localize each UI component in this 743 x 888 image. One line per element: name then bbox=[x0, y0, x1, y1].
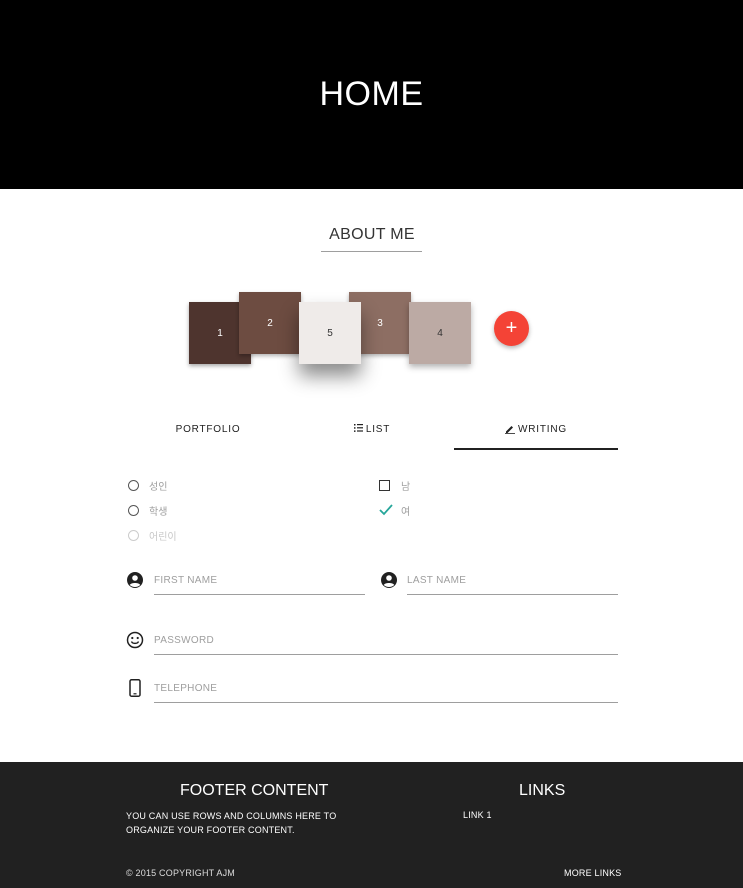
telephone-field[interactable] bbox=[154, 677, 618, 703]
account-circle-icon bbox=[126, 571, 144, 589]
radio-label: 성인 bbox=[149, 481, 168, 493]
card-label: 4 bbox=[437, 327, 443, 339]
tab-writing[interactable]: WRITING bbox=[454, 424, 618, 450]
page-header: HOME bbox=[0, 0, 743, 189]
first-name-input[interactable] bbox=[154, 569, 365, 586]
card-label: 1 bbox=[217, 327, 223, 339]
footer-link-1[interactable]: LINK 1 bbox=[463, 810, 492, 820]
checkbox-male[interactable]: 남 bbox=[379, 478, 411, 493]
last-name-input[interactable] bbox=[407, 569, 618, 586]
tab-label: WRITING bbox=[518, 424, 567, 435]
card-label: 5 bbox=[327, 327, 333, 339]
smiley-icon bbox=[126, 631, 144, 649]
radio-child: 어린이 bbox=[128, 528, 177, 543]
footer-content-text: YOU CAN USE ROWS AND COLUMNS HERE TO ORG… bbox=[126, 811, 337, 835]
radio-label: 어린이 bbox=[149, 531, 177, 543]
radio-circle bbox=[128, 529, 139, 541]
tab-label: LIST bbox=[365, 424, 391, 435]
copyright-text: © 2015 COPYRIGHT AJM bbox=[126, 868, 235, 878]
footer-content-title: FOOTER CONTENT bbox=[180, 782, 329, 799]
checkbox-box bbox=[379, 479, 390, 491]
last-name-field[interactable] bbox=[407, 569, 618, 595]
page-title: HOME bbox=[319, 75, 424, 113]
card-5[interactable]: 5 bbox=[299, 302, 361, 364]
card-label: 3 bbox=[377, 317, 383, 329]
radio-label: 학생 bbox=[149, 506, 168, 518]
about-title-underline bbox=[321, 251, 422, 252]
card-4[interactable]: 4 bbox=[409, 302, 471, 364]
tab-label: PORTFOLIO bbox=[175, 424, 241, 435]
card-label: 2 bbox=[267, 317, 273, 329]
more-links-link[interactable]: MORE LINKS bbox=[564, 868, 622, 878]
telephone-input[interactable] bbox=[154, 677, 618, 694]
checkbox-female[interactable]: 여 bbox=[378, 503, 411, 518]
first-name-field[interactable] bbox=[154, 569, 365, 595]
page-footer: FOOTER CONTENT YOU CAN USE ROWS AND COLU… bbox=[0, 762, 743, 888]
about-title: ABOUT ME bbox=[329, 226, 415, 243]
tab-portfolio[interactable]: PORTFOLIO bbox=[126, 424, 290, 450]
pencil-icon bbox=[505, 424, 516, 437]
radio-adult[interactable]: 성인 bbox=[128, 478, 168, 493]
radio-circle bbox=[128, 479, 139, 491]
card-2[interactable]: 2 bbox=[239, 292, 301, 354]
list-icon bbox=[353, 424, 363, 435]
checkmark-icon bbox=[378, 503, 394, 517]
plus-icon: + bbox=[505, 317, 518, 339]
account-circle-icon bbox=[380, 571, 398, 589]
checkbox-label: 여 bbox=[401, 506, 411, 518]
checkbox-label: 남 bbox=[401, 481, 411, 493]
radio-student[interactable]: 학생 bbox=[128, 503, 168, 518]
footer-links-title: LINKS bbox=[519, 782, 566, 799]
phone-icon bbox=[127, 679, 145, 697]
password-field[interactable] bbox=[154, 629, 618, 655]
radio-circle bbox=[128, 504, 139, 516]
password-input[interactable] bbox=[154, 629, 618, 646]
add-button[interactable]: + bbox=[494, 311, 529, 346]
tab-list[interactable]: LIST bbox=[290, 424, 454, 450]
